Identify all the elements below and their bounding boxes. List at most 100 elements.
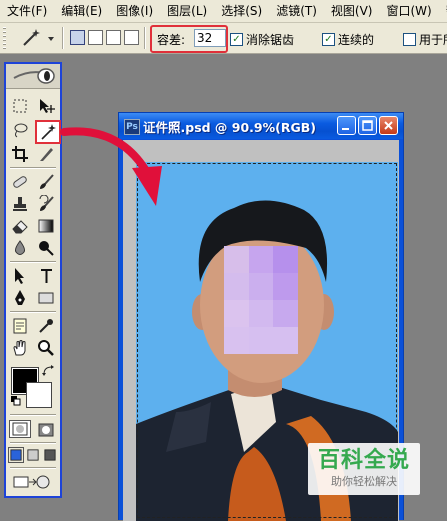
brush-tool[interactable] — [35, 172, 57, 192]
subtract-selection-button[interactable] — [106, 30, 121, 45]
minimize-button[interactable] — [337, 116, 356, 135]
maximize-icon — [362, 120, 373, 131]
healing-brush-tool[interactable] — [9, 172, 31, 192]
menu-filter[interactable]: 滤镜(T) — [269, 0, 324, 22]
type-icon — [41, 269, 52, 283]
toolbox-divider — [10, 442, 56, 444]
curved-arrow-icon — [60, 127, 162, 206]
toolbox-header[interactable] — [6, 64, 60, 89]
standard-screen-mode-button[interactable] — [8, 447, 24, 463]
toolbox-divider — [10, 167, 56, 169]
jump-to-imageready-button[interactable] — [10, 472, 54, 492]
checkbox-box[interactable]: ✓ — [322, 33, 335, 46]
zoom-tool[interactable] — [35, 338, 57, 358]
screen-mode-icon — [27, 449, 39, 461]
menu-help[interactable]: 帮 — [439, 0, 447, 22]
move-icon — [40, 99, 55, 113]
menu-file[interactable]: 文件(F) — [0, 0, 54, 22]
document-title: 证件照.psd @ 90.9%(RGB) — [143, 120, 316, 135]
watermark-title: 百科全说 — [317, 448, 410, 473]
standard-mode-button[interactable] — [9, 420, 31, 438]
new-selection-button[interactable] — [70, 30, 85, 45]
notes-icon — [13, 318, 27, 334]
menu-image[interactable]: 图像(I) — [109, 0, 160, 22]
contiguous-checkbox[interactable]: ✓ 连续的 — [322, 31, 374, 48]
tool-preset-picker[interactable] — [18, 28, 58, 48]
default-colors-icon[interactable] — [11, 396, 21, 406]
eraser-tool[interactable] — [9, 216, 31, 236]
checkbox-box[interactable]: ✓ — [230, 33, 243, 46]
menu-select[interactable]: 选择(S) — [214, 0, 269, 22]
screen-mode-icon — [44, 449, 56, 461]
photoshop-eye-icon[interactable] — [12, 66, 56, 86]
quick-mask-button[interactable] — [35, 420, 57, 440]
full-screen-menu-mode-button[interactable] — [25, 447, 41, 463]
notes-tool[interactable] — [9, 316, 31, 336]
magic-wand-icon — [41, 124, 56, 140]
toolbox-divider — [10, 414, 56, 416]
gradient-tool[interactable] — [35, 216, 57, 236]
minimize-icon — [342, 128, 349, 130]
path-select-icon — [15, 268, 24, 284]
add-selection-button[interactable] — [88, 30, 103, 45]
shape-tool[interactable] — [35, 288, 57, 308]
healing-brush-icon — [13, 176, 27, 188]
zoom-icon — [38, 340, 54, 356]
move-tool[interactable] — [35, 96, 57, 116]
toolbox-divider — [10, 311, 56, 313]
intersect-selection-button[interactable] — [124, 30, 139, 45]
tolerance-label: 容差: — [157, 33, 186, 47]
crop-icon — [12, 146, 28, 162]
marquee-tool[interactable] — [9, 96, 31, 116]
toolbox-divider — [10, 261, 56, 263]
menu-window[interactable]: 窗口(W) — [379, 0, 438, 22]
anti-alias-checkbox[interactable]: ✓ 消除锯齿 — [230, 31, 294, 48]
slice-tool[interactable] — [35, 144, 57, 164]
options-bar-grip[interactable] — [3, 27, 6, 49]
hand-tool[interactable] — [9, 338, 31, 358]
sample-all-layers-checkbox[interactable]: 用于所 — [403, 31, 447, 48]
history-brush-icon — [39, 195, 54, 211]
dodge-tool[interactable] — [35, 238, 57, 258]
swap-colors-icon[interactable] — [42, 364, 56, 378]
screen-mode-icon — [10, 449, 22, 461]
tolerance-input[interactable]: 32 — [194, 29, 226, 47]
eyedropper-tool[interactable] — [35, 316, 57, 336]
background-color-swatch[interactable] — [26, 382, 52, 408]
checkbox-box[interactable] — [403, 33, 416, 46]
path-selection-tool[interactable] — [9, 266, 31, 286]
dodge-icon — [39, 241, 54, 256]
type-tool[interactable] — [35, 266, 57, 286]
eraser-icon — [12, 220, 28, 234]
imageready-icon — [13, 475, 50, 489]
standard-mode-icon — [12, 422, 28, 436]
close-button[interactable] — [379, 116, 398, 135]
clone-stamp-tool[interactable] — [9, 194, 31, 214]
magic-wand-icon — [23, 29, 54, 46]
menu-layer[interactable]: 图层(L) — [160, 0, 214, 22]
menu-view[interactable]: 视图(V) — [324, 0, 380, 22]
maximize-button[interactable] — [358, 116, 377, 135]
marquee-icon — [13, 99, 27, 113]
blur-tool[interactable] — [9, 238, 31, 258]
crop-tool[interactable] — [9, 144, 31, 164]
full-screen-mode-button[interactable] — [42, 447, 58, 463]
menu-bar: 文件(F) 编辑(E) 图像(I) 图层(L) 选择(S) 滤镜(T) 视图(V… — [0, 0, 447, 23]
sample-all-layers-label: 用于所 — [419, 33, 447, 47]
toolbox-divider — [10, 467, 56, 469]
contiguous-label: 连续的 — [338, 33, 375, 47]
hand-icon — [13, 340, 26, 356]
toolbox — [4, 62, 62, 498]
quick-mask-icon — [38, 423, 54, 437]
watermark-subtitle: 助你轻松解决 — [331, 475, 397, 488]
close-icon — [384, 121, 393, 130]
history-brush-tool[interactable] — [35, 194, 57, 214]
pen-icon — [15, 290, 25, 305]
pen-tool[interactable] — [9, 288, 31, 308]
lasso-tool[interactable] — [9, 120, 31, 140]
eyedropper-icon — [39, 319, 53, 333]
anti-alias-label: 消除锯齿 — [246, 33, 295, 47]
gradient-icon — [38, 219, 54, 233]
blur-icon — [15, 240, 25, 255]
menu-edit[interactable]: 编辑(E) — [54, 0, 109, 22]
